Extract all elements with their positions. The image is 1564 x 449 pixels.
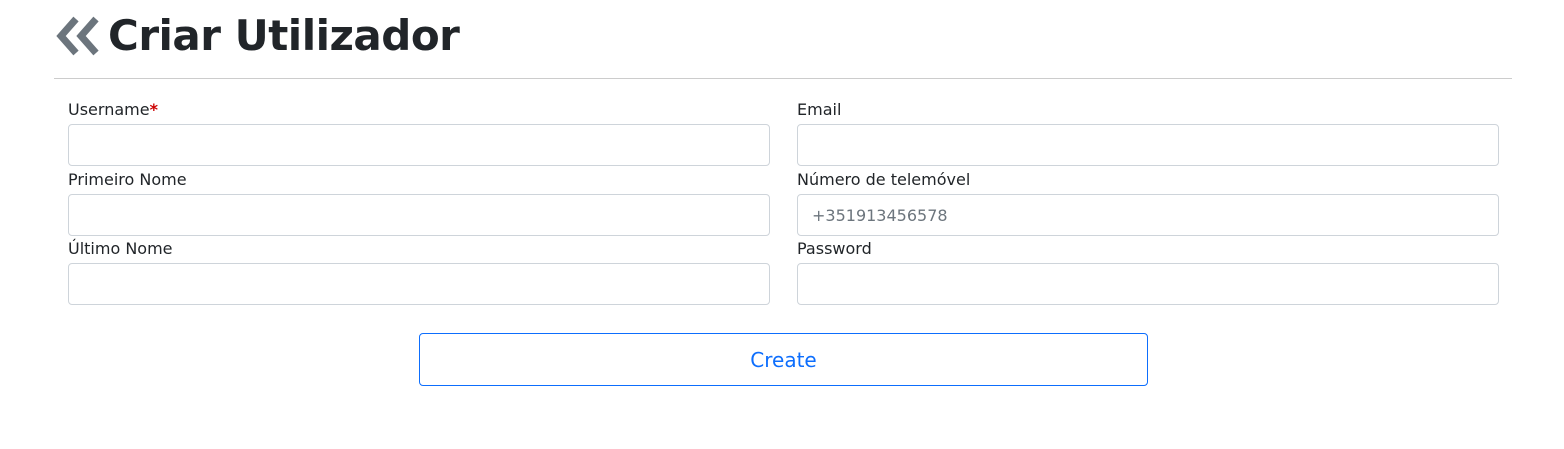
email-label: Email bbox=[797, 100, 842, 119]
phone-field-group: Número de telemóvel bbox=[797, 170, 1499, 236]
password-label: Password bbox=[797, 239, 872, 258]
first-name-input[interactable] bbox=[68, 194, 770, 236]
email-field-group: Email bbox=[797, 100, 1499, 166]
last-name-input[interactable] bbox=[68, 263, 770, 305]
phone-label: Número de telemóvel bbox=[797, 170, 971, 189]
phone-input[interactable] bbox=[797, 194, 1499, 236]
email-input[interactable] bbox=[797, 124, 1499, 166]
username-field-group: Username* bbox=[68, 100, 770, 166]
required-mark: * bbox=[149, 100, 158, 119]
create-user-page: Criar Utilizador Username* Email Primeir… bbox=[0, 0, 1564, 449]
create-button[interactable]: Create bbox=[419, 333, 1148, 386]
first-name-field-group: Primeiro Nome bbox=[68, 170, 770, 236]
double-chevron-left-icon[interactable] bbox=[54, 14, 102, 58]
first-name-label: Primeiro Nome bbox=[68, 170, 187, 189]
page-header: Criar Utilizador bbox=[54, 8, 460, 64]
username-label: Username* bbox=[68, 100, 158, 119]
password-input[interactable] bbox=[797, 263, 1499, 305]
password-field-group: Password bbox=[797, 239, 1499, 305]
last-name-field-group: Último Nome bbox=[68, 239, 770, 305]
username-input[interactable] bbox=[68, 124, 770, 166]
last-name-label: Último Nome bbox=[68, 239, 173, 258]
header-divider bbox=[54, 78, 1512, 79]
page-title: Criar Utilizador bbox=[108, 11, 460, 60]
